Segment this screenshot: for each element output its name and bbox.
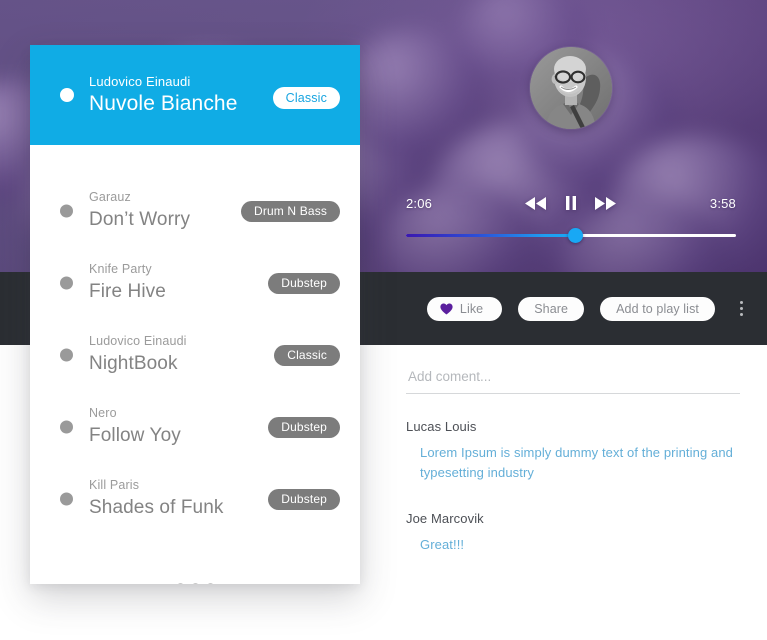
playlist-item[interactable]: Kill Paris Shades of Funk Dubstep	[30, 463, 360, 535]
kebab-menu-icon[interactable]	[733, 297, 749, 321]
like-button[interactable]: Like	[426, 296, 503, 321]
playlist-item[interactable]: Nero Follow Yoy Dubstep	[30, 391, 360, 463]
track-bullet-icon	[60, 204, 73, 218]
comment-input[interactable]	[406, 369, 740, 394]
comment-input-wrap	[406, 368, 740, 394]
track-bullet-icon	[60, 88, 74, 102]
genre-tag[interactable]: Drum N Bass	[241, 201, 340, 222]
forward-button[interactable]	[593, 195, 619, 212]
playlist-item-active[interactable]: Ludovico Einaudi Nuvole Bianche Classic	[30, 45, 360, 145]
current-time: 2:06	[406, 196, 433, 211]
playlist-item[interactable]: Garauz Don’t Worry Drum N Bass	[30, 175, 360, 247]
progress-bar[interactable]	[406, 228, 736, 243]
share-button[interactable]: Share	[518, 296, 585, 321]
add-to-playlist-label: Add to play list	[616, 301, 699, 316]
pause-icon	[566, 196, 576, 210]
comment-author: Lucas Louis	[406, 419, 477, 434]
genre-tag[interactable]: Dubstep	[268, 489, 340, 510]
comment-item: Joe Marcovik Great!!!	[406, 511, 740, 555]
forward-icon	[595, 196, 616, 210]
share-label: Share	[534, 301, 569, 316]
playlist-card: Ludovico Einaudi Nuvole Bianche Classic …	[30, 45, 360, 584]
track-bullet-icon	[60, 492, 73, 506]
playlist-item[interactable]: Knife Party Fire Hive Dubstep	[30, 247, 360, 319]
add-to-playlist-button[interactable]: Add to play list	[600, 296, 715, 321]
rewind-button[interactable]	[523, 195, 549, 212]
avatar-photo	[530, 47, 612, 129]
comment-text: Lorem Ipsum is simply dummy text of the …	[420, 445, 733, 480]
comments-section: Lucas Louis Lorem Ipsum is simply dummy …	[406, 368, 740, 555]
genre-tag[interactable]: Classic	[274, 345, 340, 366]
comment-item: Lucas Louis Lorem Ipsum is simply dummy …	[406, 419, 740, 483]
genre-tag[interactable]: Dubstep	[268, 273, 340, 294]
genre-tag[interactable]: Classic	[272, 87, 340, 109]
avatar[interactable]	[530, 47, 612, 129]
track-bullet-icon	[60, 420, 73, 434]
total-time: 3:58	[709, 196, 736, 211]
action-buttons: Like Share Add to play list	[426, 296, 749, 321]
pause-button[interactable]	[564, 194, 578, 212]
rewind-icon	[525, 196, 546, 210]
progress-fill	[406, 234, 576, 237]
show-more-button[interactable]	[30, 583, 360, 584]
track-bullet-icon	[60, 348, 73, 362]
progress-handle[interactable]	[568, 228, 584, 243]
playlist-item[interactable]: Ludovico Einaudi NightBook Classic	[30, 319, 360, 391]
genre-tag[interactable]: Dubstep	[268, 417, 340, 438]
like-label: Like	[459, 301, 484, 316]
heart-icon	[440, 302, 453, 314]
app-root: 2:06 3:58 Like Share Add to play list Ad…	[0, 0, 767, 640]
player-controls: 2:06 3:58	[406, 196, 736, 256]
track-bullet-icon	[60, 276, 73, 290]
comment-text: Great!!!	[420, 537, 465, 552]
transport-controls	[523, 194, 619, 212]
comment-author: Joe Marcovik	[406, 511, 484, 526]
